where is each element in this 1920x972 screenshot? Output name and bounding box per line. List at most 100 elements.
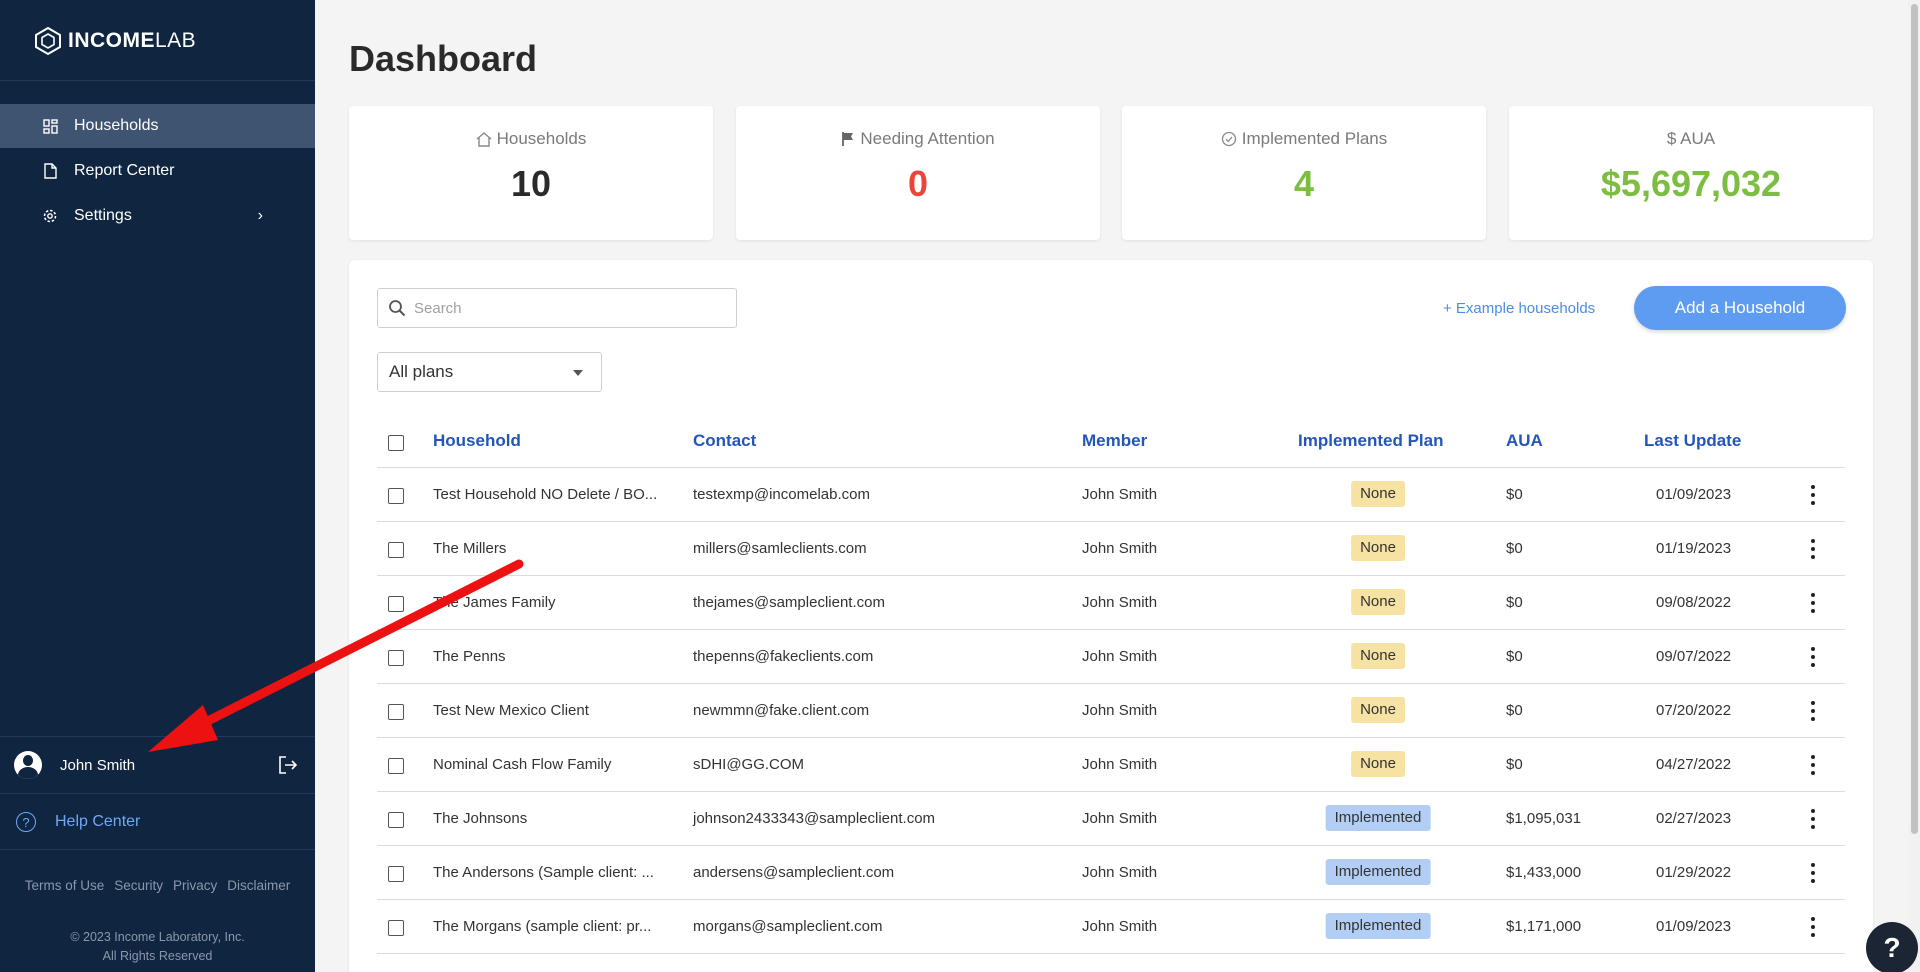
row-checkbox[interactable] xyxy=(388,542,404,558)
row-checkbox[interactable] xyxy=(388,596,404,612)
table-row[interactable]: Nominal Cash Flow Family sDHI@GG.COM John … xyxy=(377,738,1845,792)
cell-member: John Smith xyxy=(1082,864,1158,881)
more-options-icon[interactable] xyxy=(1810,593,1816,613)
cell-aua: $0 xyxy=(1506,540,1523,557)
help-fab-button[interactable]: ? xyxy=(1866,922,1918,972)
footer-links: Terms of Use Security Privacy Disclaimer xyxy=(0,878,315,893)
table-row[interactable]: Test Household NO Delete / BO... testexmp… xyxy=(377,468,1845,522)
cell-household[interactable]: The James Family xyxy=(433,594,556,611)
cell-household[interactable]: Test New Mexico Client xyxy=(433,702,589,719)
stat-card-implemented-plans: Implemented Plans 4 xyxy=(1122,106,1486,240)
sidebar: INCOMELAB Households Report Center Setti… xyxy=(0,0,315,972)
cell-aua: $1,095,031 xyxy=(1506,810,1582,827)
search-field[interactable] xyxy=(377,288,737,328)
check-circle-icon xyxy=(1221,131,1236,147)
cell-last-update: 01/09/2023 xyxy=(1656,918,1732,935)
column-household[interactable]: Household xyxy=(433,431,521,451)
add-household-button[interactable]: Add a Household xyxy=(1634,286,1846,330)
cell-household[interactable]: The Johnsons xyxy=(433,810,527,827)
divider xyxy=(0,80,315,81)
disclaimer-link[interactable]: Disclaimer xyxy=(227,878,290,893)
copyright: © 2023 Income Laboratory, Inc. All Right… xyxy=(0,928,315,966)
sidebar-item-report-center[interactable]: Report Center xyxy=(0,149,315,193)
example-households-link[interactable]: + Example households xyxy=(1443,300,1595,317)
user-profile[interactable]: John Smith xyxy=(0,738,315,792)
plan-status-badge: Implemented xyxy=(1325,859,1431,885)
logout-icon[interactable] xyxy=(277,754,299,776)
column-contact[interactable]: Contact xyxy=(693,431,756,451)
cell-household[interactable]: The Morgans (sample client: pr... xyxy=(433,918,651,935)
stat-card-households: Households 10 xyxy=(349,106,713,240)
cell-member: John Smith xyxy=(1082,810,1158,827)
stat-card-needing-attention: Needing Attention 0 xyxy=(736,106,1100,240)
scrollbar-thumb[interactable] xyxy=(1911,4,1918,834)
cell-member: John Smith xyxy=(1082,756,1158,773)
cell-last-update: 07/20/2022 xyxy=(1656,702,1732,719)
more-options-icon[interactable] xyxy=(1810,485,1816,505)
table-row[interactable]: The Johnsons johnson2433343@sampleclient.… xyxy=(377,792,1845,846)
stat-value: 4 xyxy=(1293,163,1315,204)
stat-value: 10 xyxy=(510,163,552,204)
table-row[interactable]: The Morgans (sample client: pr... morgans… xyxy=(377,900,1845,954)
cell-contact: andersens@sampleclient.com xyxy=(693,864,895,881)
cell-household[interactable]: The Penns xyxy=(433,648,506,665)
more-options-icon[interactable] xyxy=(1810,755,1816,775)
help-center-label: Help Center xyxy=(55,813,141,830)
more-options-icon[interactable] xyxy=(1810,539,1816,559)
select-all-checkbox[interactable] xyxy=(388,435,404,451)
logo-text-light: LAB xyxy=(155,29,197,52)
row-checkbox[interactable] xyxy=(388,650,404,666)
row-checkbox[interactable] xyxy=(388,866,404,882)
cell-last-update: 09/08/2022 xyxy=(1656,594,1732,611)
column-implemented-plan[interactable]: Implemented Plan xyxy=(1298,431,1443,451)
search-input[interactable] xyxy=(414,299,714,317)
cell-last-update: 09/07/2022 xyxy=(1656,648,1732,665)
more-options-icon[interactable] xyxy=(1810,917,1816,937)
row-checkbox[interactable] xyxy=(388,488,404,504)
column-last-update[interactable]: Last Update xyxy=(1644,431,1741,451)
sidebar-item-settings[interactable]: Settings › xyxy=(0,194,315,238)
plans-filter-select[interactable]: All plans xyxy=(377,352,602,392)
table-row[interactable]: The Andersons (Sample client: ... anderse… xyxy=(377,846,1845,900)
row-checkbox[interactable] xyxy=(388,812,404,828)
logo-icon xyxy=(35,26,61,56)
sidebar-item-label: Report Center xyxy=(74,162,175,179)
stat-label: Needing Attention xyxy=(860,129,995,148)
table-row[interactable]: Test New Mexico Client newmmn@fake.client… xyxy=(377,684,1845,738)
more-options-icon[interactable] xyxy=(1810,647,1816,667)
divider xyxy=(0,736,315,737)
stat-label: $ AUA xyxy=(1666,129,1716,148)
copyright-line: © 2023 Income Laboratory, Inc. xyxy=(70,930,245,944)
more-options-icon[interactable] xyxy=(1810,701,1816,721)
page-scrollbar[interactable] xyxy=(1908,0,1920,972)
cell-household[interactable]: Nominal Cash Flow Family xyxy=(433,756,611,773)
help-center-link[interactable]: ? Help Center xyxy=(0,797,315,847)
row-checkbox[interactable] xyxy=(388,758,404,774)
stat-label: Implemented Plans xyxy=(1241,129,1388,148)
row-checkbox[interactable] xyxy=(388,704,404,720)
more-options-icon[interactable] xyxy=(1810,863,1816,883)
document-icon xyxy=(42,163,58,179)
security-link[interactable]: Security xyxy=(114,878,163,893)
table-row[interactable]: The Millers millers@samleclients.com John … xyxy=(377,522,1845,576)
incomelab-logo[interactable]: INCOMELAB xyxy=(34,26,196,56)
privacy-link[interactable]: Privacy xyxy=(173,878,217,893)
column-member[interactable]: Member xyxy=(1082,431,1147,451)
table-row[interactable]: The James Family thejames@sampleclient.co… xyxy=(377,576,1845,630)
cell-household[interactable]: Test Household NO Delete / BO... xyxy=(433,486,657,503)
logo-text-bold: INCOME xyxy=(68,29,155,52)
terms-link[interactable]: Terms of Use xyxy=(25,878,105,893)
cell-household[interactable]: The Millers xyxy=(433,540,506,557)
sidebar-item-households[interactable]: Households xyxy=(0,104,315,148)
table-row[interactable]: The Penns thepenns@fakeclients.com John Sm… xyxy=(377,630,1845,684)
column-aua[interactable]: AUA xyxy=(1506,431,1543,451)
stat-value: $5,697,032 xyxy=(1600,163,1782,204)
cell-aua: $1,171,000 xyxy=(1506,918,1582,935)
cell-household[interactable]: The Andersons (Sample client: ... xyxy=(433,864,654,881)
row-checkbox[interactable] xyxy=(388,920,404,936)
cell-last-update: 01/29/2022 xyxy=(1656,864,1732,881)
households-table: Household Contact Member Implemented Pla… xyxy=(377,415,1845,954)
divider xyxy=(0,849,315,850)
stat-card-aua: $ AUA $5,697,032 xyxy=(1509,106,1873,240)
more-options-icon[interactable] xyxy=(1810,809,1816,829)
